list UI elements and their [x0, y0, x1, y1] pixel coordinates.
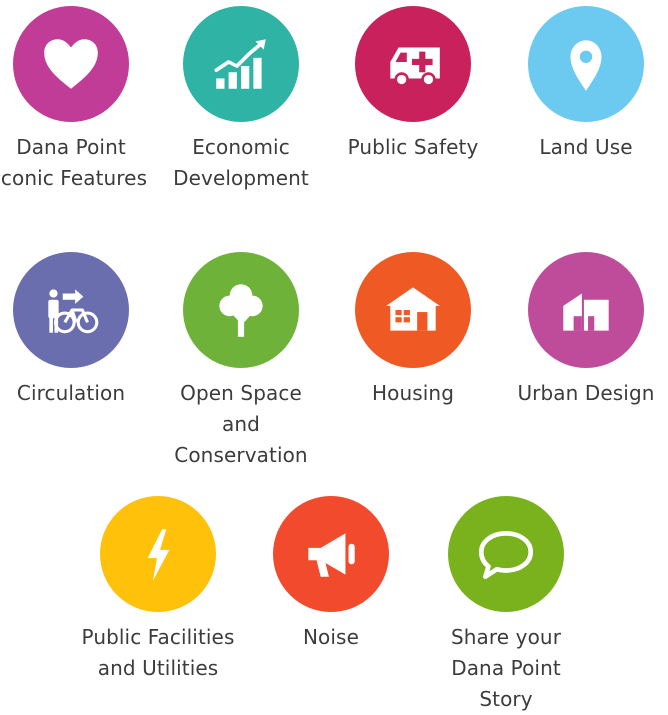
topic-label: Land Use: [539, 135, 633, 159]
pedestrian-bicycle-icon: [48, 289, 99, 334]
topic-circle[interactable]: [273, 496, 389, 612]
lightning-bolt-icon: [147, 529, 170, 581]
topic-label: Share your Dana Point Story: [450, 625, 562, 711]
topic-label: Housing: [372, 381, 454, 405]
topic-circle[interactable]: [100, 496, 216, 612]
topic-label: Public Safety: [347, 135, 479, 159]
topic-economic-development[interactable]: Economic Development: [156, 6, 326, 194]
bar-chart-icon: [214, 39, 266, 89]
topic-circle[interactable]: [528, 252, 644, 368]
topic-circle[interactable]: [183, 252, 299, 368]
topic-housing[interactable]: Housing: [328, 252, 498, 409]
topic-circulation[interactable]: Circulation: [0, 252, 156, 409]
topic-urban-design[interactable]: Urban Design: [501, 252, 668, 409]
topic-label: Urban Design: [517, 381, 655, 405]
topic-public-safety[interactable]: Public Safety: [328, 6, 498, 163]
topic-circle[interactable]: [355, 252, 471, 368]
topic-circle[interactable]: [13, 6, 129, 122]
topic-dana-point-iconic-features[interactable]: Dana Point Iconic Features: [0, 6, 156, 194]
topic-circle[interactable]: [528, 6, 644, 122]
topic-circle[interactable]: [448, 496, 564, 612]
tree-icon: [219, 284, 263, 337]
topic-open-space-and-conservation[interactable]: Open Space and Conservation: [156, 252, 326, 471]
topic-label: Open Space and Conservation: [174, 381, 308, 467]
ambulance-icon: [390, 47, 440, 87]
topic-label: Dana Point Iconic Features: [0, 135, 148, 190]
topic-label: Circulation: [16, 381, 126, 405]
topic-land-use[interactable]: Land Use: [501, 6, 668, 163]
house-icon: [386, 287, 440, 331]
speech-bubble-icon: [478, 531, 534, 580]
megaphone-icon: [308, 533, 355, 577]
building-icon: [563, 293, 609, 331]
map-pin-icon: [570, 40, 602, 91]
topic-label: Public Facilities and Utilities: [81, 625, 235, 680]
topic-circle[interactable]: [13, 252, 129, 368]
heart-icon: [44, 39, 98, 89]
topic-noise[interactable]: Noise: [246, 496, 416, 653]
topic-public-facilities-and-utilities[interactable]: Public Facilities and Utilities: [73, 496, 243, 684]
topic-circle[interactable]: [183, 6, 299, 122]
topic-label: Economic Development: [173, 135, 309, 190]
topic-share-your-dana-point-story[interactable]: Share your Dana Point Story: [421, 496, 591, 715]
topic-circle[interactable]: [355, 6, 471, 122]
topic-label: Noise: [303, 625, 359, 649]
